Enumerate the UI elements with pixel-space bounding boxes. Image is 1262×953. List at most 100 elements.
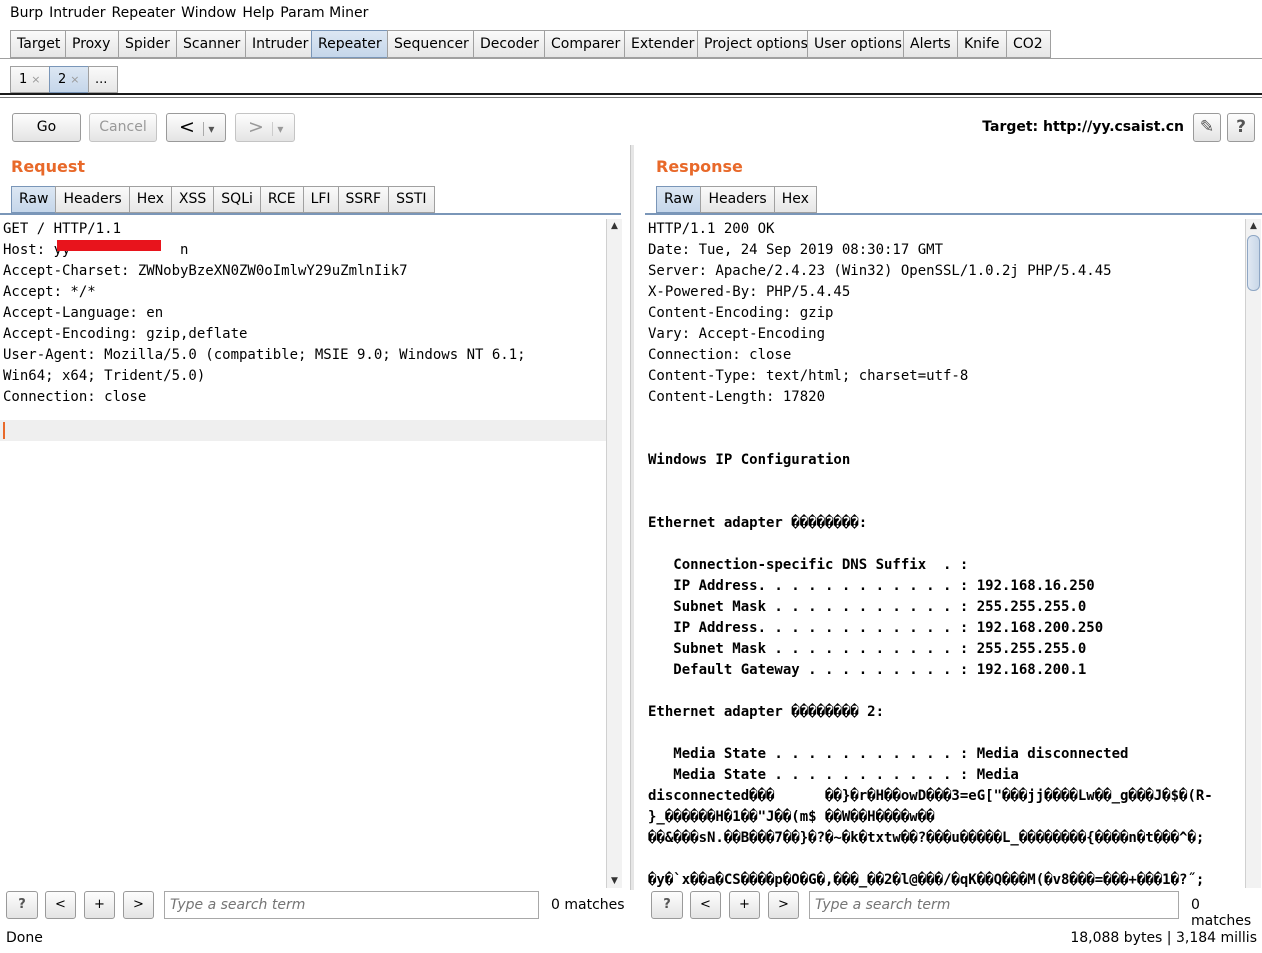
response-search-next-button[interactable]: > — [768, 891, 799, 919]
response-line: Server: Apache/2.4.23 (Win32) OpenSSL/1.… — [648, 263, 1112, 279]
tab-extender[interactable]: Extender — [624, 30, 698, 58]
menu-burp[interactable]: Burp — [10, 5, 43, 21]
response-line — [645, 471, 1245, 492]
request-title: Request — [11, 157, 86, 176]
response-editor[interactable]: HTTP/1.1 200 OK Date: Tue, 24 Sep 2019 08… — [645, 219, 1245, 888]
repeater-tab-1[interactable]: 1 × — [10, 66, 50, 93]
plus-icon: + — [739, 897, 750, 912]
response-tab-hex[interactable]: Hex — [773, 186, 817, 213]
target-label: Target: http://yy.csaist.cn — [982, 119, 1184, 135]
response-line: Vary: Accept-Encoding — [648, 326, 826, 342]
menu-intruder[interactable]: Intruder — [49, 5, 105, 21]
repeater-tab-label: ... — [95, 72, 108, 87]
request-search-help-button[interactable]: ? — [6, 891, 38, 919]
response-search-add-button[interactable]: + — [729, 891, 760, 919]
menu-param-miner[interactable]: Param Miner — [280, 5, 368, 21]
tab-comparer[interactable]: Comparer — [544, 30, 625, 58]
next-icon: > — [133, 897, 144, 912]
request-tab-line — [0, 213, 621, 215]
request-search-prev-button[interactable]: < — [45, 891, 76, 919]
redaction-mark — [57, 240, 161, 251]
tab-project-options[interactable]: Project options — [697, 30, 808, 58]
tab-target[interactable]: Target — [10, 30, 66, 58]
request-line: Connection: close — [3, 389, 147, 405]
request-search-input[interactable] — [164, 891, 539, 919]
response-tab-line — [645, 213, 1262, 215]
scroll-up-icon[interactable]: ▲ — [607, 219, 622, 233]
response-stats: 18,088 bytes | 3,184 millis — [1070, 930, 1257, 946]
tab-user-options[interactable]: User options — [807, 30, 904, 58]
menu-window[interactable]: Window — [181, 5, 236, 21]
go-button[interactable]: Go — [12, 113, 81, 142]
request-tab-raw[interactable]: Raw — [11, 186, 57, 213]
tab-alerts[interactable]: Alerts — [903, 30, 958, 58]
request-tab-hex[interactable]: Hex — [128, 186, 172, 213]
response-line — [645, 408, 1245, 429]
repeater-tab-2[interactable]: 2 × — [49, 66, 89, 93]
request-tab-ssrf[interactable]: SSRF — [337, 186, 390, 213]
repeater-tab-new[interactable]: ... — [88, 66, 118, 93]
response-line — [645, 849, 1245, 870]
response-line: Windows IP Configuration — [648, 452, 851, 468]
repeater-tab-label: 2 — [58, 72, 67, 87]
cancel-button[interactable]: Cancel — [89, 113, 157, 142]
request-line: Accept: */* — [3, 284, 96, 300]
request-search-next-button[interactable]: > — [123, 891, 154, 919]
edit-target-button[interactable]: ✎ — [1193, 113, 1221, 142]
tab-repeater[interactable]: Repeater — [311, 30, 388, 58]
scroll-up-icon[interactable]: ▲ — [1246, 219, 1261, 233]
request-editor[interactable]: GET / HTTP/1.1Host: yy nAccept-Charset: … — [0, 219, 606, 888]
response-line: Subnet Mask . . . . . . . . . . . : 255.… — [648, 641, 1087, 657]
tab-decoder[interactable]: Decoder — [473, 30, 545, 58]
response-scrollbar[interactable]: ▲ — [1245, 219, 1261, 888]
response-line: Subnet Mask . . . . . . . . . . . : 255.… — [648, 599, 1087, 615]
response-line — [645, 492, 1245, 513]
status-bar: Done 18,088 bytes | 3,184 millis — [0, 926, 1262, 953]
response-line: Connection-specific DNS Suffix . : — [648, 557, 969, 573]
close-icon[interactable]: × — [70, 73, 79, 86]
request-tab-ssti[interactable]: SSTI — [388, 186, 435, 213]
request-tab-rce[interactable]: RCE — [259, 186, 304, 213]
request-scrollbar[interactable]: ▲ ▼ — [606, 219, 622, 888]
response-search-prev-button[interactable]: < — [690, 891, 721, 919]
help-icon: ? — [18, 897, 26, 912]
tab-divider — [0, 58, 1262, 59]
request-search-add-button[interactable]: + — [84, 891, 115, 919]
back-dropdown-icon: ▾ — [203, 122, 215, 136]
response-line: �y�`x��a�CS����p�O�G�,���_��2�l@���/�qK�… — [648, 872, 1205, 888]
response-search-input[interactable] — [809, 891, 1179, 919]
tab-intruder[interactable]: Intruder — [245, 30, 312, 58]
tab-proxy[interactable]: Proxy — [65, 30, 119, 58]
pane-splitter[interactable] — [630, 145, 634, 890]
response-tab-headers[interactable]: Headers — [700, 186, 775, 213]
close-icon[interactable]: × — [31, 73, 40, 86]
request-tab-headers[interactable]: Headers — [55, 186, 130, 213]
tab-spider[interactable]: Spider — [118, 30, 177, 58]
response-line — [645, 534, 1245, 555]
response-line: disconnected��� ��}�r�H��owD���3=eG["���… — [648, 788, 1213, 804]
scroll-down-icon[interactable]: ▼ — [607, 874, 622, 888]
response-tab-raw[interactable]: Raw — [656, 186, 702, 213]
request-line: Win64; x64; Trident/5.0) — [3, 368, 206, 384]
tab-sequencer[interactable]: Sequencer — [387, 30, 474, 58]
back-button[interactable]: < ▾ — [166, 113, 226, 142]
text-caret — [3, 421, 5, 439]
response-line: Content-Length: 17820 — [648, 389, 826, 405]
tab-scanner[interactable]: Scanner — [176, 30, 246, 58]
scroll-thumb[interactable] — [1247, 235, 1260, 291]
help-icon: ? — [663, 897, 671, 912]
request-tab-xss[interactable]: XSS — [170, 186, 215, 213]
response-line: HTTP/1.1 200 OK — [648, 221, 775, 237]
help-button[interactable]: ? — [1227, 113, 1255, 142]
request-tab-sqli[interactable]: SQLi — [213, 186, 261, 213]
tab-co2[interactable]: CO2 — [1006, 30, 1051, 58]
tab-knife[interactable]: Knife — [957, 30, 1007, 58]
response-search-help-button[interactable]: ? — [651, 891, 683, 919]
forward-button[interactable]: > ▾ — [235, 113, 295, 142]
response-line: Connection: close — [648, 347, 792, 363]
menu-help[interactable]: Help — [242, 5, 274, 21]
request-tab-lfi[interactable]: LFI — [302, 186, 339, 213]
menu-repeater[interactable]: Repeater — [112, 5, 176, 21]
prev-icon: < — [55, 897, 66, 912]
divider-top — [0, 93, 1262, 95]
